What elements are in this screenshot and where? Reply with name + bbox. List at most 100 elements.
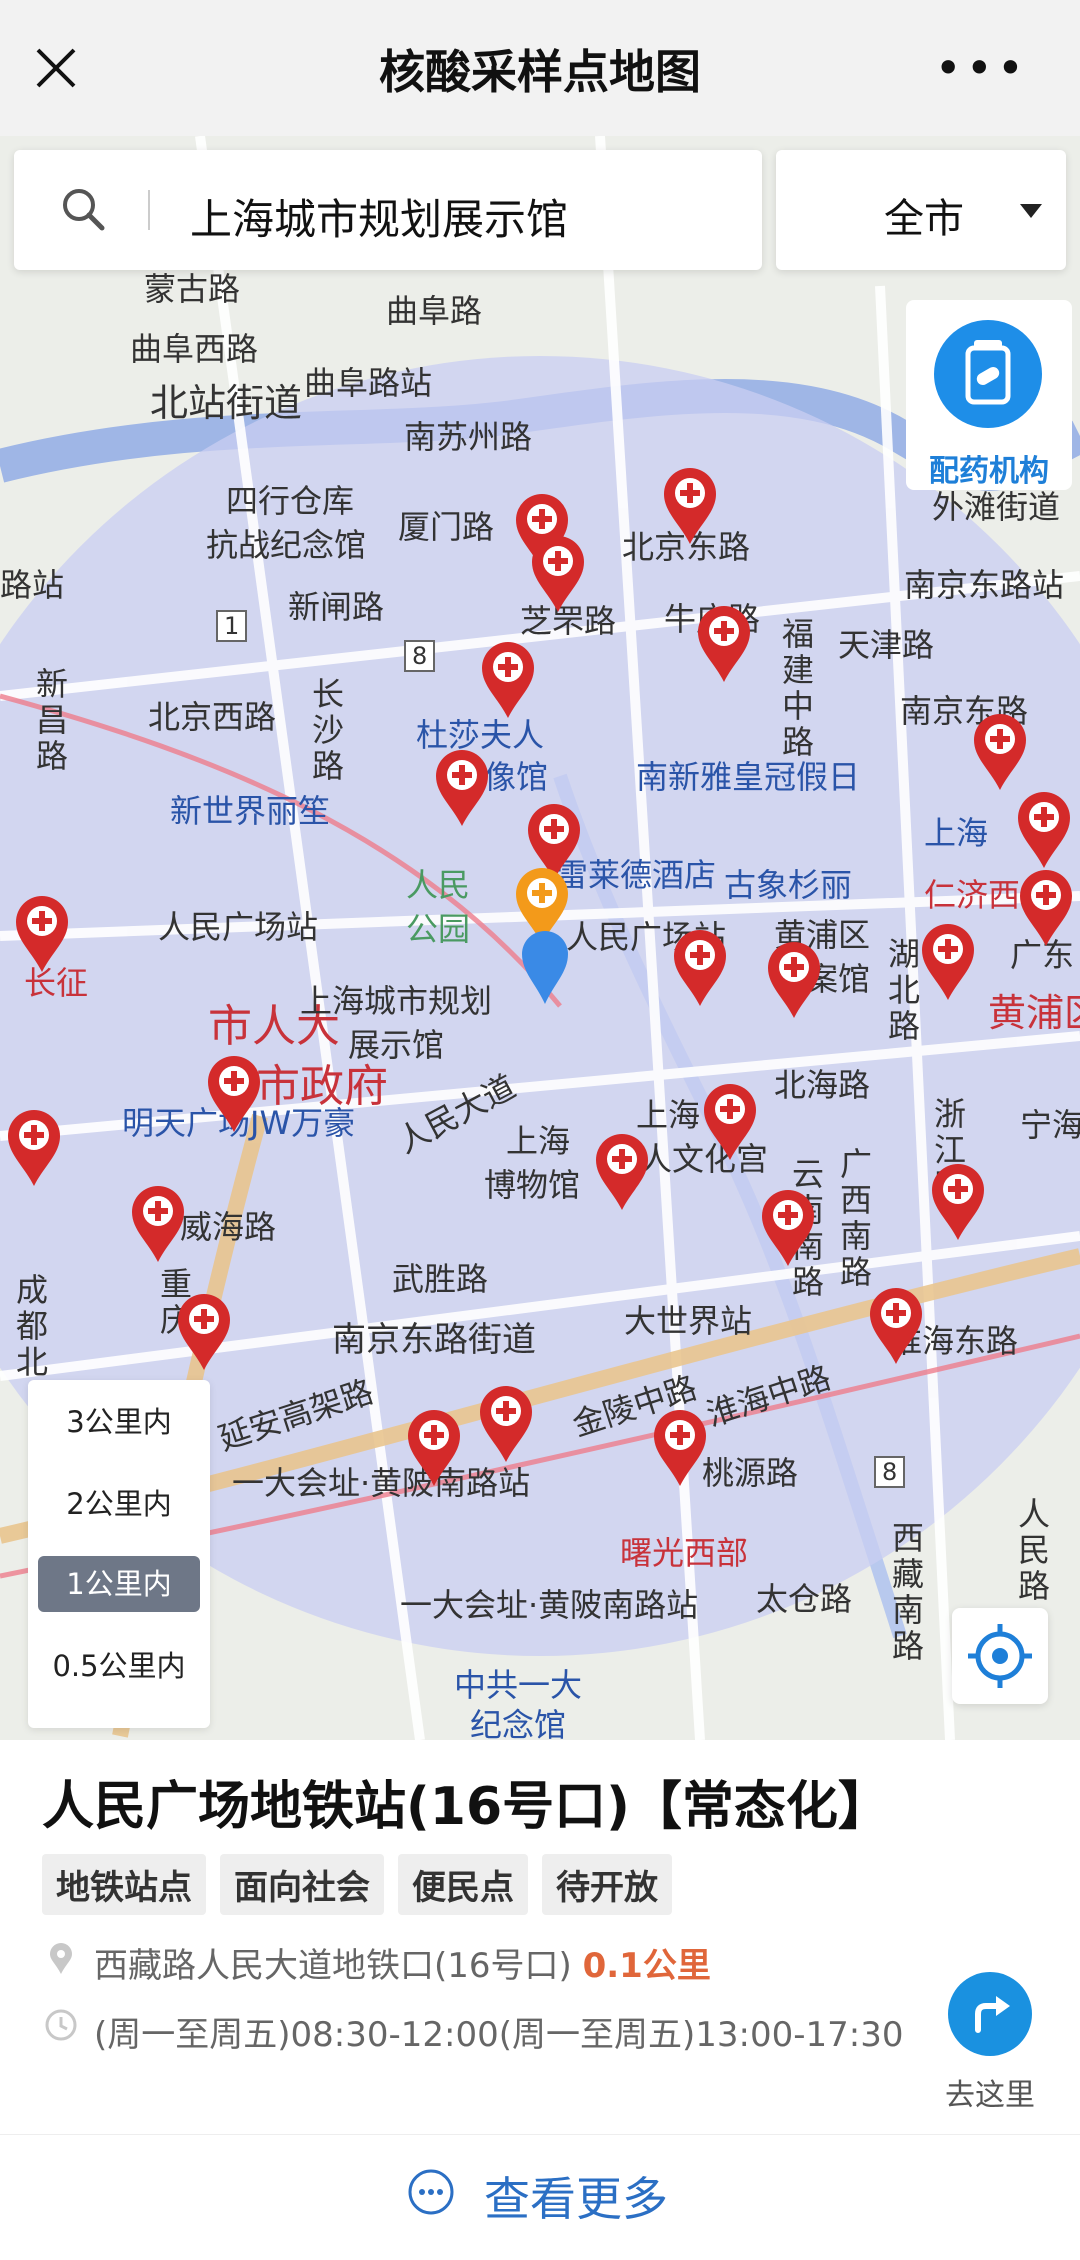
search-input[interactable]: 上海城市规划展示馆 <box>190 186 568 247</box>
sampling-site-pin[interactable] <box>594 1132 650 1212</box>
map-label: 纪念馆 <box>470 1706 567 1740</box>
map-label: 威海路 <box>180 1208 277 1246</box>
map-label: 天津路 <box>838 626 935 664</box>
view-more-label: 查看更多 <box>484 2172 668 2226</box>
page-title: 核酸采样点地图 <box>379 45 701 99</box>
metro-line-marker: 8 <box>404 640 436 672</box>
sampling-site-pin[interactable] <box>702 1082 758 1162</box>
sampling-site-pin[interactable] <box>6 1108 62 1188</box>
map-label: 仁济西 <box>924 876 1021 914</box>
sampling-site-pin[interactable] <box>206 1054 262 1134</box>
map-label: 新世界丽笙 <box>170 792 331 830</box>
radius-option-1km[interactable]: 1公里内 <box>38 1556 200 1612</box>
city-select-value: 全市 <box>884 196 964 242</box>
map-label: 南苏州路 <box>404 418 533 456</box>
sampling-site-pin[interactable] <box>1018 868 1074 948</box>
pharmacy-button[interactable]: 配药机构 <box>906 300 1072 490</box>
location-pin-icon <box>50 1943 72 1974</box>
map-label: 公园 <box>406 910 471 948</box>
pharmacy-label: 配药机构 <box>929 454 1049 489</box>
sampling-site-pin[interactable] <box>14 894 70 974</box>
sampling-site-pin[interactable] <box>1016 790 1072 870</box>
current-location-pin <box>522 931 568 1004</box>
navigate-arrow-icon <box>948 1972 1032 2056</box>
map-label: 一大会址·黄陂南路站 <box>400 1586 699 1624</box>
sampling-site-pin[interactable] <box>480 640 536 720</box>
map-label: 新昌路 <box>36 665 69 775</box>
map-label: 路站 <box>0 566 65 604</box>
sampling-site-pin[interactable] <box>672 928 728 1008</box>
map-label: 一大会址·黄陂南路站 <box>232 1464 531 1502</box>
site-distance: 0.1公里 <box>582 1946 711 1986</box>
map-label: 博物馆 <box>484 1166 581 1204</box>
sampling-site-pin[interactable] <box>766 940 822 1020</box>
map-label: 武胜路 <box>392 1260 489 1298</box>
sampling-site-pin[interactable] <box>972 712 1028 792</box>
metro-line-marker: 8 <box>874 1456 906 1488</box>
view-more-button[interactable]: 查看更多 <box>0 2134 1080 2260</box>
sampling-site-pin[interactable] <box>652 1408 708 1488</box>
map-label: 宁海 <box>1020 1106 1080 1144</box>
site-hours: (周一至周五)08:30-12:00(周一至周五)13:00-17:30 <box>94 2015 904 2055</box>
site-title: 人民广场地铁站(16号口)【常态化】 <box>42 1777 890 1837</box>
tag-list: 地铁站点 面向社会 便民点 待开放 <box>42 1854 672 1915</box>
sampling-site-pin[interactable] <box>930 1162 986 1242</box>
map-label: 古象杉丽 <box>724 866 853 904</box>
map-label: 抗战纪念馆 <box>206 526 367 564</box>
sampling-site-pin[interactable] <box>662 466 718 546</box>
map-label: 南京东路站 <box>904 566 1065 604</box>
crosshair-icon <box>968 1624 1032 1688</box>
map-label: 太仓路 <box>756 1580 853 1618</box>
map-label: 上海 <box>506 1122 571 1160</box>
map-label: 南新雅皇冠假日 <box>636 758 861 796</box>
map-label: 西藏南路 <box>892 1519 925 1665</box>
sampling-site-pin[interactable] <box>130 1184 186 1264</box>
map-label: 福建中路 <box>782 615 815 761</box>
caret-down-icon <box>1020 204 1042 218</box>
map-label: 展示馆 <box>348 1026 445 1064</box>
map-label: 大世界站 <box>624 1302 753 1340</box>
map-label: 曲阜西路 <box>130 330 259 368</box>
map-label: 上海城市规划 <box>300 982 493 1020</box>
sampling-site-pin[interactable] <box>868 1286 924 1366</box>
search-bar[interactable]: 上海城市规划展示馆 <box>14 150 762 270</box>
map-label: 人民广场站 <box>158 908 319 946</box>
radius-option-3km[interactable]: 3公里内 <box>38 1394 200 1450</box>
sampling-site-pin[interactable] <box>696 604 752 684</box>
map-label: 南京东路街道 <box>332 1320 536 1360</box>
sampling-site-pin[interactable] <box>760 1188 816 1268</box>
map-label: 成都北 <box>16 1271 49 1381</box>
tag: 待开放 <box>542 1854 672 1915</box>
search-icon <box>63 189 105 231</box>
sampling-site-pin[interactable] <box>406 1408 462 1488</box>
map-label: 广西南路 <box>840 1145 873 1291</box>
map-label: 黄浦区 <box>988 991 1080 1035</box>
map-label: 人民路 <box>1018 1495 1051 1605</box>
map-label: 上海 <box>924 814 989 852</box>
navigate-button[interactable]: 去这里 <box>940 1972 1040 2122</box>
tag: 地铁站点 <box>42 1854 206 1915</box>
sampling-site-pin[interactable] <box>530 534 586 614</box>
site-address-text: 西藏路人民大道地铁口(16号口) <box>94 1946 572 1986</box>
more-dots-icon[interactable]: ••• <box>935 45 1028 91</box>
city-select[interactable]: 全市 <box>776 150 1066 270</box>
map-label: 厦门路 <box>398 508 495 546</box>
map-label: 人民 <box>406 866 471 904</box>
sampling-site-pin[interactable] <box>434 748 490 828</box>
pharmacy-icon <box>934 320 1042 428</box>
map-label: 北海路 <box>774 1066 871 1104</box>
map-label: 曲阜路站 <box>304 364 433 402</box>
map-label: 北京西路 <box>148 698 277 736</box>
locate-button[interactable] <box>952 1608 1048 1704</box>
radius-option-2km[interactable]: 2公里内 <box>38 1476 200 1532</box>
metro-line-marker: 1 <box>216 610 248 642</box>
radius-option-0-5km[interactable]: 0.5公里内 <box>38 1638 200 1694</box>
tag: 面向社会 <box>220 1854 384 1915</box>
sampling-site-pin[interactable] <box>478 1384 534 1464</box>
sampling-site-pin[interactable] <box>920 922 976 1002</box>
map-label: 桃源路 <box>702 1454 799 1492</box>
map-label: 曙光西部 <box>620 1534 749 1572</box>
map-label: 长沙路 <box>312 675 345 785</box>
map-label: 四行仓库 <box>226 482 355 520</box>
sampling-site-pin[interactable] <box>176 1292 232 1372</box>
